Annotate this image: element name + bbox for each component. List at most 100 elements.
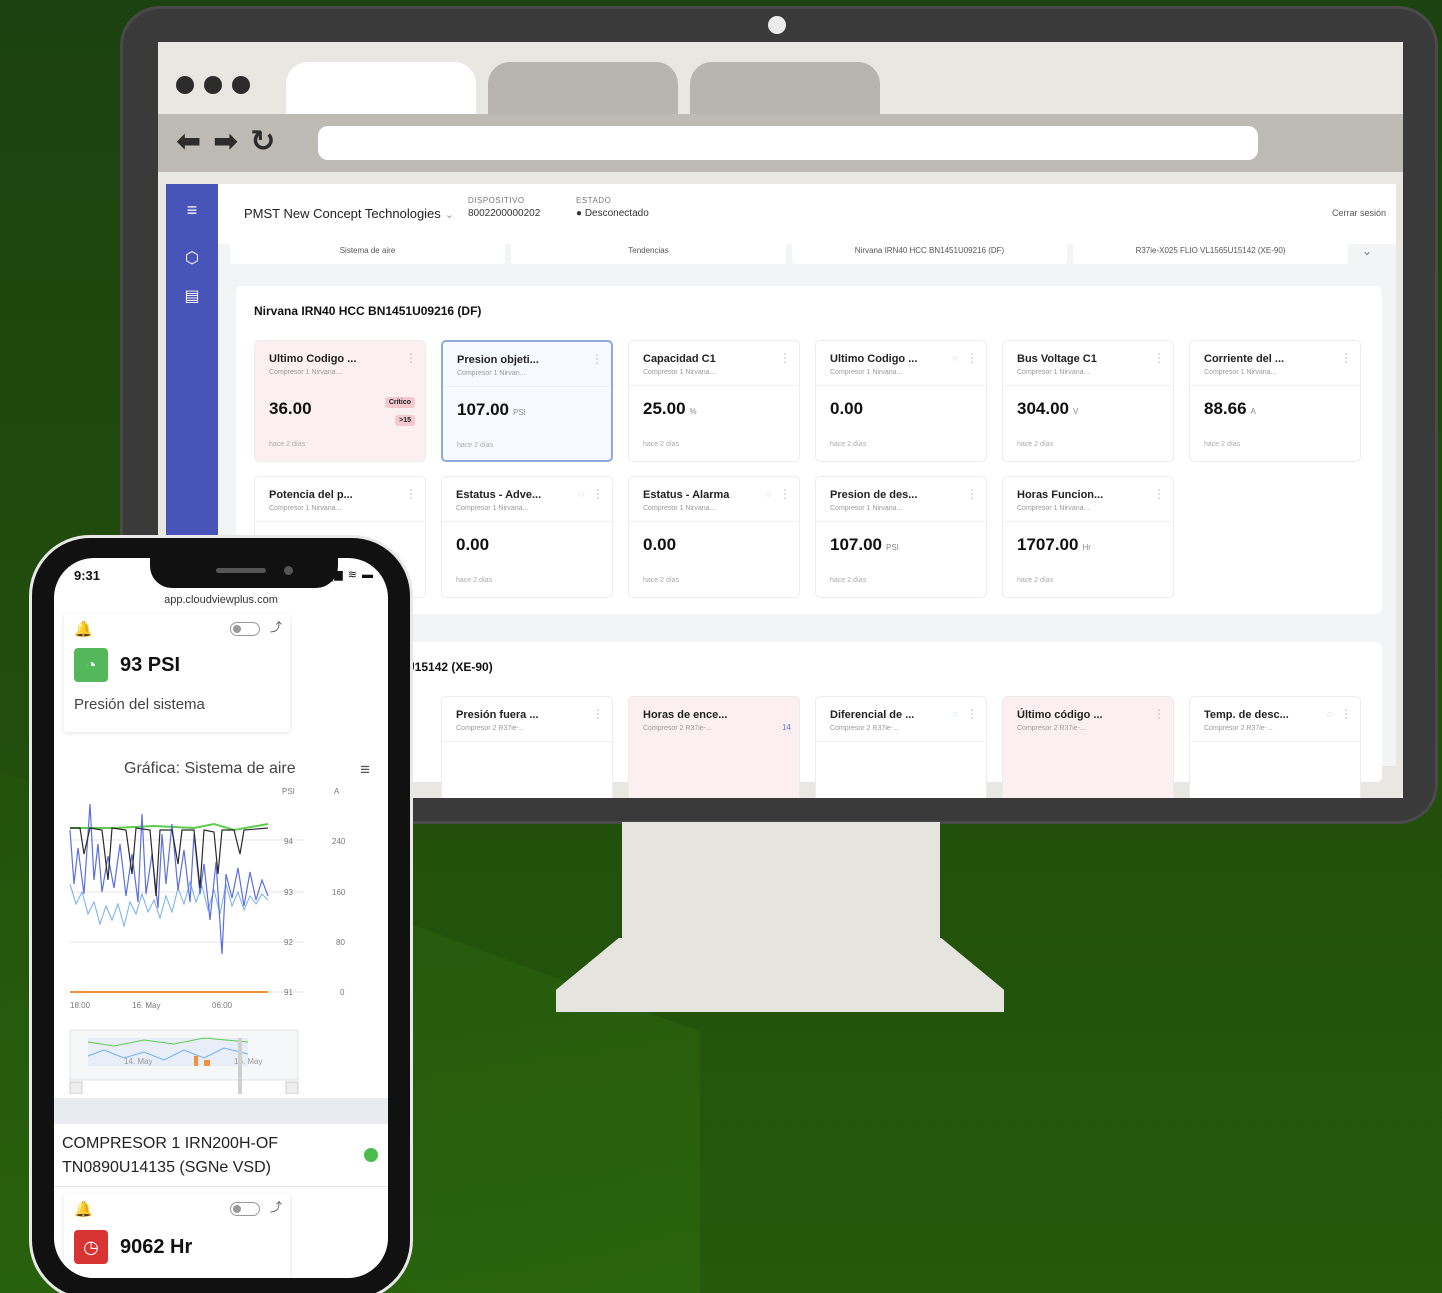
- value-number: 107.00: [830, 535, 882, 554]
- alarm-bell-icon[interactable]: 🔔: [74, 1200, 93, 1218]
- kebab-menu-icon[interactable]: ⋮: [405, 351, 417, 365]
- metric-card[interactable]: Presión fuera ... Compresor 2 R37ie-... …: [441, 696, 613, 798]
- kebab-menu-icon[interactable]: ⋮: [405, 487, 417, 501]
- hours-card[interactable]: 🔔 ⤴ ◷ 9062 Hr: [64, 1194, 290, 1278]
- kebab-menu-icon[interactable]: ⋮: [779, 351, 791, 365]
- card-subtitle: Compresor 1 Nirvana...: [643, 505, 716, 512]
- window-maximize-dot[interactable]: [232, 76, 250, 94]
- card-title: Ultimo Codigo ...: [269, 353, 357, 365]
- card-subtitle: Compresor 2 R37ie-...: [456, 725, 525, 732]
- card-title: Corriente del ...: [1204, 353, 1285, 365]
- left-tick-label: 94: [284, 837, 293, 846]
- metric-card[interactable]: Capacidad C1 Compresor 1 Nirvana... ⋮ 25…: [628, 340, 800, 462]
- metric-card[interactable]: Estatus - Adve... Compresor 1 Nirvana...…: [441, 476, 613, 598]
- browser-tab-3[interactable]: [690, 62, 880, 114]
- trend-chart-icon[interactable]: ⤴: [270, 618, 282, 635]
- x-tick-label: 06:00: [212, 1001, 233, 1010]
- panel-title: Nirvana IRN40 HCC BN1451U09216 (DF): [254, 304, 482, 318]
- device-panel-1: Nirvana IRN40 HCC BN1451U09216 (DF) Ulti…: [236, 286, 1382, 614]
- air-system-chart[interactable]: PSI A 94 93 92 91 240 160 80 0 18:00 16.…: [54, 784, 388, 1094]
- logout-link[interactable]: Cerrar sesión: [1332, 208, 1386, 218]
- card-divider: [816, 521, 986, 522]
- breadcrumb-item[interactable]: R37ie-X025 FLIO VL1565U15142 (XE-90): [1073, 238, 1348, 264]
- metric-card[interactable]: Presion de des... Compresor 1 Nirvana...…: [815, 476, 987, 598]
- document-icon[interactable]: ▤: [166, 286, 218, 306]
- metric-card[interactable]: Último código ... Compresor 2 R37ie-... …: [1002, 696, 1174, 798]
- kebab-menu-icon[interactable]: ⋮: [779, 487, 791, 501]
- navigator-scroll-left: [69, 1081, 83, 1094]
- kebab-menu-icon[interactable]: ⋮: [966, 487, 978, 501]
- pressure-card[interactable]: 🔔 ⤴ ◔ 93 PSI Presión del sistema: [64, 614, 290, 732]
- forward-arrow-icon[interactable]: ➡: [213, 124, 238, 160]
- kebab-menu-icon[interactable]: ⋮: [1153, 487, 1165, 501]
- metric-card[interactable]: Temp. de desc... Compresor 2 R37ie-... ◌…: [1189, 696, 1361, 798]
- card-title: Horas de ence...: [643, 709, 728, 721]
- sync-icon: ◌: [952, 353, 958, 363]
- compressor-title[interactable]: COMPRESOR 1 IRN200H-OF TN0890U14135 (SGN…: [62, 1132, 278, 1180]
- metric-card[interactable]: Horas de ence... Compresor 2 R37ie-... ◌…: [628, 696, 800, 798]
- back-arrow-icon[interactable]: ⬅: [176, 124, 201, 160]
- alert-toggle[interactable]: [230, 1202, 260, 1216]
- kebab-menu-icon[interactable]: ⋮: [1153, 351, 1165, 365]
- browser-tab-active[interactable]: [286, 62, 476, 114]
- chevron-down-icon[interactable]: ⌄: [1354, 238, 1380, 264]
- kebab-menu-icon[interactable]: ⋮: [592, 707, 604, 721]
- breadcrumb-item[interactable]: Nirvana IRN40 HCC BN1451U09216 (DF): [792, 238, 1067, 264]
- card-value: 304.00 V: [1017, 399, 1078, 419]
- kebab-menu-icon[interactable]: ⋮: [1340, 351, 1352, 365]
- window-close-dot[interactable]: [176, 76, 194, 94]
- navigator-handle: [238, 1038, 242, 1094]
- breadcrumb-item[interactable]: Sistema de aire: [230, 238, 505, 264]
- metric-card[interactable]: Corriente del ... Compresor 1 Nirvana...…: [1189, 340, 1361, 462]
- phone-url[interactable]: app.cloudviewplus.com: [54, 594, 388, 606]
- card-timestamp: hace 2 días: [643, 577, 680, 584]
- smartphone: 9:31 ▂▄▆ ≋ ▬ app.cloudviewplus.com 🔔 ⤴ ◔…: [32, 538, 410, 1293]
- menu-icon[interactable]: ≡: [166, 200, 218, 221]
- navigator-selection: [88, 1038, 248, 1066]
- kebab-menu-icon[interactable]: ⋮: [1153, 707, 1165, 721]
- status-icons: ▂▄▆ ≋ ▬: [315, 569, 374, 581]
- browser-tab-2[interactable]: [488, 62, 678, 114]
- sync-icon: ◌: [765, 489, 771, 499]
- reload-icon[interactable]: ↻: [250, 124, 275, 160]
- card-timestamp: hace 2 días: [1017, 577, 1054, 584]
- card-subtitle: Compresor 1 Nirvan...: [457, 370, 526, 377]
- status-badge: Crítico: [384, 397, 415, 408]
- card-title: Estatus - Adve...: [456, 489, 542, 501]
- breadcrumb-item[interactable]: Tendencias: [511, 238, 786, 264]
- card-value: 0.00: [643, 535, 677, 554]
- card-timestamp: hace 2 días: [830, 577, 867, 584]
- card-title: Presion objeti...: [457, 354, 539, 366]
- metric-card[interactable]: Ultimo Codigo ... Compresor 1 Nirvana...…: [254, 340, 426, 462]
- trend-chart-icon[interactable]: ⤴: [270, 1198, 282, 1215]
- chart-menu-icon[interactable]: ≡: [360, 760, 370, 780]
- kebab-menu-icon[interactable]: ⋮: [591, 352, 603, 366]
- metric-card[interactable]: Presion objeti... Compresor 1 Nirvan... …: [441, 340, 613, 462]
- metric-card[interactable]: Diferencial de ... Compresor 2 R37ie-...…: [815, 696, 987, 798]
- kebab-menu-icon[interactable]: ⋮: [1340, 707, 1352, 721]
- card-value: 0.00: [830, 399, 864, 418]
- kebab-menu-icon[interactable]: ⋮: [592, 487, 604, 501]
- alarm-bell-icon[interactable]: 🔔: [74, 620, 93, 638]
- metric-card[interactable]: Horas Funcion... Compresor 1 Nirvana... …: [1002, 476, 1174, 598]
- cube-icon[interactable]: ⬡: [166, 248, 218, 268]
- metric-card[interactable]: Ultimo Codigo ... Compresor 1 Nirvana...…: [815, 340, 987, 462]
- card-title: Último código ...: [1017, 709, 1103, 721]
- navigator[interactable]: 14. May 16. May: [69, 1029, 299, 1094]
- company-selector[interactable]: PMST New Concept Technologies ⌄: [244, 206, 454, 221]
- address-bar[interactable]: [318, 126, 1258, 160]
- card-timestamp: hace 2 días: [456, 577, 493, 584]
- metric-card[interactable]: Bus Voltage C1 Compresor 1 Nirvana... ⋮ …: [1002, 340, 1174, 462]
- compressor-title-line: COMPRESOR 1 IRN200H-OF: [62, 1135, 279, 1152]
- left-axis-unit: PSI: [282, 787, 295, 796]
- card-subtitle: Compresor 2 R37ie-...: [830, 725, 899, 732]
- window-minimize-dot[interactable]: [204, 76, 222, 94]
- metric-card[interactable]: Estatus - Alarma Compresor 1 Nirvana... …: [628, 476, 800, 598]
- alert-toggle[interactable]: [230, 622, 260, 636]
- app-header: PMST New Concept Technologies ⌄ DISPOSITI…: [218, 184, 1396, 244]
- chart-title: Gráfica: Sistema de aire: [124, 760, 296, 777]
- kebab-menu-icon[interactable]: ⋮: [966, 707, 978, 721]
- value-unit: PSI: [886, 543, 899, 552]
- kebab-menu-icon[interactable]: ⋮: [966, 351, 978, 365]
- monitor-stand-neck: [622, 822, 940, 942]
